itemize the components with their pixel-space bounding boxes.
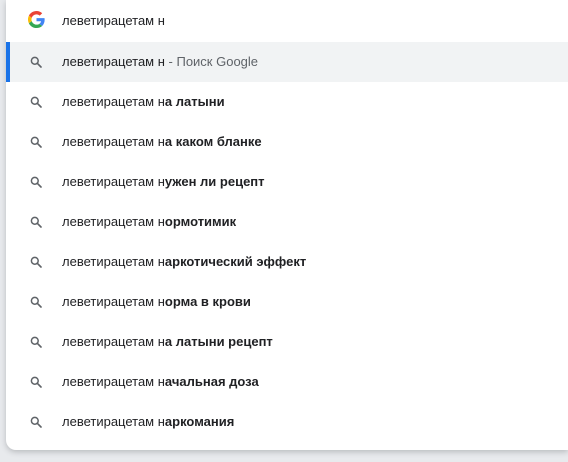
search-icon <box>30 216 42 228</box>
suggestion-prefix: леветирацетам н <box>62 214 165 229</box>
suggestion-item[interactable]: леветирацетам норма в крови <box>6 282 568 322</box>
suggestion-item[interactable]: леветирацетам на каком бланке <box>6 122 568 162</box>
suggestion-completion: а латыни рецепт <box>164 334 273 349</box>
suggestion-prefix: леветирацетам н <box>62 134 165 149</box>
suggestion-completion: а латыни <box>164 94 225 109</box>
suggestion-prefix: леветирацетам н <box>62 94 165 109</box>
suggestion-prefix: леветирацетам н <box>62 374 165 389</box>
suggestion-item[interactable]: леветирацетам нужен ли рецепт <box>6 162 568 202</box>
suggestion-item[interactable]: леветирацетам н - Поиск Google <box>6 42 568 82</box>
suggestion-text: леветирацетам нормотимик <box>62 202 236 242</box>
omnibox-input-row[interactable]: леветирацетам н <box>6 0 568 41</box>
suggestion-prefix: леветирацетам н <box>62 254 165 269</box>
search-icon <box>30 376 42 388</box>
suggestion-completion: ужен ли рецепт <box>164 174 265 189</box>
suggestion-item[interactable]: леветирацетам на латыни рецепт <box>6 322 568 362</box>
suggestion-completion: аркотический эффект <box>164 254 307 269</box>
suggestion-suffix: - Поиск Google <box>164 54 259 69</box>
omnibox-dropdown: леветирацетам н леветирацетам н - Поиск … <box>6 0 568 450</box>
search-icon <box>30 136 42 148</box>
search-icon <box>30 176 42 188</box>
suggestion-list: леветирацетам н - Поиск Google леветираце… <box>6 42 568 442</box>
suggestion-text: леветирацетам на латыни рецепт <box>62 322 273 362</box>
suggestion-prefix: леветирацетам н <box>62 174 165 189</box>
suggestion-completion: ормотимик <box>164 214 237 229</box>
search-icon <box>30 336 42 348</box>
suggestion-item[interactable]: леветирацетам наркотический эффект <box>6 242 568 282</box>
suggestion-completion: орма в крови <box>164 294 251 309</box>
search-icon <box>30 96 42 108</box>
suggestion-text: леветирацетам норма в крови <box>62 282 251 322</box>
suggestion-prefix: леветирацетам н <box>62 54 165 69</box>
suggestion-text: леветирацетам на каком бланке <box>62 122 262 162</box>
suggestion-text: леветирацетам начальная доза <box>62 362 259 402</box>
suggestion-completion: а каком бланке <box>164 134 262 149</box>
suggestion-item[interactable]: леветирацетам на латыни <box>6 82 568 122</box>
suggestion-text: леветирацетам наркомания <box>62 402 234 442</box>
suggestion-prefix: леветирацетам н <box>62 294 165 309</box>
suggestion-text: леветирацетам наркотический эффект <box>62 242 306 282</box>
suggestion-completion: аркомания <box>164 414 235 429</box>
suggestion-item[interactable]: леветирацетам начальная доза <box>6 362 568 402</box>
omnibox-input[interactable]: леветирацетам н <box>62 0 165 41</box>
suggestion-text: леветирацетам на латыни <box>62 82 225 122</box>
search-icon <box>30 56 42 68</box>
suggestion-item[interactable]: леветирацетам нормотимик <box>6 202 568 242</box>
search-icon <box>30 416 42 428</box>
search-icon <box>30 256 42 268</box>
suggestion-item[interactable]: леветирацетам наркомания <box>6 402 568 442</box>
selection-indicator <box>6 42 10 82</box>
google-g-icon <box>28 11 45 28</box>
suggestion-prefix: леветирацетам н <box>62 334 165 349</box>
suggestion-text: леветирацетам нужен ли рецепт <box>62 162 265 202</box>
suggestion-completion: ачальная доза <box>164 374 259 389</box>
suggestion-text: леветирацетам н - Поиск Google <box>62 42 258 82</box>
search-icon <box>30 296 42 308</box>
suggestion-prefix: леветирацетам н <box>62 414 165 429</box>
